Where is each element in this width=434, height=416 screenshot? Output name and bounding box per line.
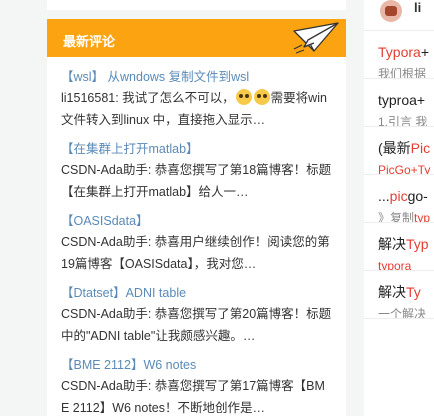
comment-item[interactable]: 【OASISdata】 CSDN-Ada助手: 恭喜用户继续创作！阅读您的第19… [47,211,346,275]
related-article-snippet: 》复制typ [378,209,434,223]
related-article-title[interactable]: ...picgo- [378,187,434,205]
title-rest: go- [407,188,428,204]
previous-panel-bottom [47,0,346,10]
comment-text[interactable]: li1516581: 我试了怎么不可以， 需要将win 文件转入到linux 中，… [61,87,332,131]
comment-text[interactable]: CSDN-Ada助手: 恭喜您撰写了第18篇博客！标题【在集群上打开matlab… [61,159,332,203]
title-highlight: Typ [406,236,429,252]
comment-item[interactable]: 【在集群上打开matlab】 CSDN-Ada助手: 恭喜您撰写了第18篇博客！… [47,139,346,203]
related-article-item[interactable]: 解决Typ typora [364,223,434,271]
latest-comments-panel: 最新评论 【wsl】 从wndows 复制文件到wsl li1516581: 我… [47,19,346,416]
snippet-prefix: 》复制 [378,211,415,223]
related-article-snippet: 我们根据 [378,67,427,79]
related-article-snippet: 一个解决 [378,307,427,319]
related-article-item[interactable]: 解决Ty 一个解决 [364,271,434,319]
comment-article-link[interactable]: 【在集群上打开matlab】 [61,139,332,159]
comment-article-link[interactable]: 【BME 2112】W6 notes [61,355,332,375]
author-name[interactable]: li [414,0,421,15]
related-article-item[interactable]: typroa+ 1.引言 我 [364,79,434,127]
comment-text[interactable]: CSDN-Ada助手: 恭喜用户继续创作！阅读您的第19篇博客【OASISdat… [61,231,332,275]
related-article-snippet: typora [378,257,434,271]
comment-article-link[interactable]: 【OASISdata】 [61,211,332,231]
related-article-title[interactable]: Typora+ [378,43,434,61]
comment-article-link[interactable]: 【wsl】 从wndows 复制文件到wsl [61,67,332,87]
comment-article-link[interactable]: 【Dtatset】ADNI table [61,283,332,303]
related-article-item[interactable]: ...picgo- 》复制typ [364,175,434,223]
related-article-item[interactable]: Typora+ 我们根据 [364,31,434,79]
comment-text-part: li1516581: 我试了怎么不可以， [61,91,235,105]
title-prefix: 解决 [378,236,406,252]
comment-text[interactable]: CSDN-Ada助手: 恭喜您撰写了第17篇博客【BME 2112】W6 not… [61,375,332,416]
comment-item[interactable]: 【BME 2112】W6 notes CSDN-Ada助手: 恭喜您撰写了第17… [47,355,346,416]
title-rest: + [420,44,429,60]
related-article-snippet: PicGo+Ty [378,161,434,175]
related-article-title[interactable]: typroa+ [378,91,434,109]
author-header: li [364,0,434,31]
related-articles-column: li Typora+ 我们根据 typroa+ 1.引言 我 (最新Pic Pi… [364,0,434,416]
related-article-title[interactable]: (最新Pic [378,139,434,157]
comment-list: 【wsl】 从wndows 复制文件到wsl li1516581: 我试了怎么不… [47,57,346,416]
comment-item[interactable]: 【wsl】 从wndows 复制文件到wsl li1516581: 我试了怎么不… [47,67,346,131]
grin-emoji-icon [253,89,270,105]
paper-plane-icon [293,22,339,54]
snippet-highlight: PicGo+Ty [378,163,431,175]
title-highlight: Ty [406,284,421,300]
related-article-title[interactable]: 解决Typ [378,235,434,253]
related-article-title[interactable]: 解决Ty [378,283,434,301]
title-prefix: (最新 [378,140,411,156]
latest-comments-title: 最新评论 [63,34,116,49]
avatar[interactable] [380,0,402,22]
related-article-snippet: 1.引言 我 [378,115,428,127]
latest-comments-header: 最新评论 [47,19,346,57]
title-highlight: pic [389,188,408,204]
snippet-highlight: typora [378,259,412,271]
title-highlight: Pic [410,140,431,156]
grin-emoji-icon [235,89,252,105]
title-prefix: ... [378,188,390,204]
comment-text[interactable]: CSDN-Ada助手: 恭喜您撰写了第20篇博客！标题中的"ADNI table… [61,303,332,347]
title-prefix: 解决 [378,284,406,300]
snippet-highlight: typ [414,211,431,223]
title-highlight: Typora [378,44,421,60]
related-article-item[interactable]: (最新Pic PicGo+Ty [364,127,434,175]
comment-item[interactable]: 【Dtatset】ADNI table CSDN-Ada助手: 恭喜您撰写了第2… [47,283,346,347]
